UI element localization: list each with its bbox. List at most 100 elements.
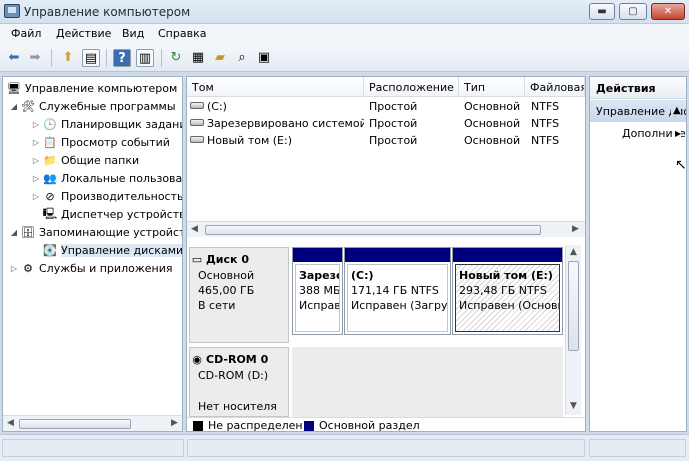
cdrom-0-area (292, 347, 563, 417)
menu-help[interactable]: Справка (158, 27, 206, 40)
export-icon[interactable]: ▣ (255, 49, 273, 67)
scroll-thumb[interactable] (19, 419, 131, 429)
partition-system-reserved[interactable]: Зарезервировано системой 388 МБ NTFS Исп… (292, 247, 343, 335)
collapse-section-icon[interactable]: ▲ (671, 105, 681, 116)
maximize-button[interactable]: ▢ (619, 3, 647, 20)
tree-item-device-manager[interactable]: 🖳 Диспетчер устройств (41, 205, 182, 223)
partition-name: Зарезервировано системой (299, 269, 339, 282)
column-header-filesystem[interactable]: Файловая (525, 77, 585, 97)
scroll-down-icon[interactable]: ▼ (570, 401, 577, 411)
cdrom-0-label[interactable]: ◉ CD-ROM 0 CD-ROM (D:) Нет носителя (189, 347, 289, 417)
menu-file[interactable]: Файл (11, 27, 41, 40)
tree-item-shared-folders[interactable]: ▷ 📁 Общие папки (31, 151, 139, 169)
tree-item-task-scheduler[interactable]: ▷ 🕒 Планировщик заданий (31, 115, 182, 133)
partition-c[interactable]: (C:) 171,14 ГБ NTFS Исправен (Загрузка, … (344, 247, 451, 335)
expand-arrow-icon[interactable]: ▷ (31, 192, 41, 201)
tools-icon: 🛠 (21, 99, 35, 113)
title-bar: Управление компьютером ▬ ▢ ✕ (0, 0, 689, 24)
tree-item-label: Служебные программы (39, 99, 176, 113)
status-segment (589, 439, 686, 457)
show-hide-action-pane-icon[interactable]: ▥ (136, 49, 154, 67)
hard-disk-icon: ▭ (191, 252, 203, 266)
volume-list-horizontal-scrollbar[interactable]: ◀ ▶ (187, 221, 585, 237)
volume-name: Зарезервировано системой (207, 117, 364, 130)
primary-partition-bar (293, 248, 342, 262)
open-folder-icon[interactable]: ▰ (211, 49, 229, 67)
expand-arrow-icon[interactable]: ▷ (31, 174, 41, 183)
column-header-type[interactable]: Тип (459, 77, 525, 97)
forward-arrow-icon[interactable]: ➡ (26, 49, 44, 67)
drive-icon (190, 136, 204, 143)
menu-bar: Файл Действие Вид Справка (0, 24, 689, 44)
tree-item-event-viewer[interactable]: ▷ 📋 Просмотр событий (31, 133, 170, 151)
expand-arrow-icon[interactable]: ▷ (31, 156, 41, 165)
volume-name: Новый том (E:) (207, 134, 292, 147)
tree-item-services-apps[interactable]: ▷ ⚙ Службы и приложения (9, 259, 173, 277)
volume-type: Основной (464, 134, 521, 147)
performance-icon: ⊘ (45, 189, 55, 203)
partition-status: Исправен (Загрузка, Файл подкачки, Авари… (351, 299, 448, 312)
column-header-layout[interactable]: Расположение (364, 77, 459, 97)
submenu-arrow-icon: ▶ (672, 129, 682, 138)
close-button[interactable]: ✕ (651, 3, 685, 20)
partition-name: (C:) (351, 269, 374, 282)
refresh-icon[interactable]: ↻ (167, 49, 185, 67)
expand-arrow-icon[interactable]: ▷ (31, 138, 41, 147)
search-icon[interactable]: ⌕ (233, 49, 251, 67)
primary-partition-bar (453, 248, 562, 262)
column-header-volume[interactable]: Том (187, 77, 364, 97)
toolbar: ⬅ ➡ ⬆ ▤ ? ▥ ↻ ▦ ▰ ⌕ ▣ (0, 44, 689, 72)
show-hide-tree-icon[interactable]: ▤ (82, 49, 100, 67)
tree-item-disk-management[interactable]: 💽 Управление дисками (41, 241, 182, 259)
drive-icon (190, 119, 204, 126)
scroll-left-icon[interactable]: ◀ (7, 418, 14, 428)
tree-item-storage[interactable]: ◢ 🗄 Запоминающие устройства (9, 223, 182, 241)
computer-icon: 🖥 (7, 81, 21, 95)
volume-filesystem: NTFS (531, 117, 560, 130)
volume-filesystem: NTFS (531, 134, 560, 147)
minimize-button[interactable]: ▬ (589, 3, 615, 20)
primary-partition-swatch (304, 421, 314, 431)
volume-row[interactable]: Зарезервировано системой Простой Основно… (187, 115, 585, 132)
tree-item-performance[interactable]: ▷ ⊘ Производительность (31, 187, 182, 205)
disk-management-icon: 💽 (43, 243, 57, 257)
partition-size: 388 МБ NTFS (299, 284, 340, 297)
partition-size: 171,14 ГБ NTFS (351, 284, 439, 297)
volume-row[interactable]: Новый том (E:) Простой Основной NTFS (187, 132, 585, 149)
scroll-thumb[interactable] (205, 225, 541, 235)
volume-layout: Простой (369, 134, 418, 147)
menu-view[interactable]: Вид (122, 27, 144, 40)
collapse-arrow-icon[interactable]: ◢ (9, 102, 19, 111)
scroll-up-icon[interactable]: ▲ (570, 247, 577, 257)
device-manager-icon: 🖳 (42, 206, 58, 220)
help-icon[interactable]: ? (113, 49, 131, 67)
expand-arrow-icon[interactable]: ▷ (31, 120, 41, 129)
properties-icon[interactable]: ▦ (189, 49, 207, 67)
up-folder-icon[interactable]: ⬆ (59, 49, 77, 67)
scroll-right-icon[interactable]: ▶ (572, 224, 579, 234)
scroll-left-icon[interactable]: ◀ (191, 224, 198, 234)
disk-view-vertical-scrollbar[interactable]: ▲ ▼ (565, 245, 581, 415)
tree-item-label: Локальные пользователи (61, 171, 183, 185)
cd-drive-icon: ◉ (192, 352, 202, 366)
toolbar-separator (161, 49, 162, 67)
primary-partition-bar (345, 248, 450, 262)
scroll-thumb[interactable] (568, 261, 579, 351)
volume-row[interactable]: (C:) Простой Основной NTFS (187, 98, 585, 115)
expand-arrow-icon[interactable]: ▷ (9, 264, 19, 273)
back-arrow-icon[interactable]: ⬅ (5, 49, 23, 67)
collapse-arrow-icon[interactable]: ◢ (9, 228, 19, 237)
disk-0-label[interactable]: ▭ Диск 0 Основной 465,00 ГБ В сети (189, 247, 289, 343)
status-segment (187, 439, 585, 457)
scroll-right-icon[interactable]: ▶ (171, 418, 178, 428)
tree-horizontal-scrollbar[interactable]: ◀ ▶ (3, 415, 182, 431)
tree-item-system-tools[interactable]: ◢ 🛠 Служебные программы (9, 97, 176, 115)
unallocated-swatch (193, 421, 203, 431)
status-bar (0, 434, 689, 461)
shared-folder-icon: 📁 (43, 153, 57, 167)
cdrom-0-title: CD-ROM 0 (206, 353, 269, 366)
tree-item-computer-management[interactable]: 🖥 Управление компьютером (5, 79, 177, 97)
menu-action[interactable]: Действие (56, 27, 111, 40)
tree-item-local-users[interactable]: ▷ 👥 Локальные пользователи (31, 169, 183, 187)
partition-e[interactable]: Новый том (E:) 293,48 ГБ NTFS Исправен (… (452, 247, 563, 335)
